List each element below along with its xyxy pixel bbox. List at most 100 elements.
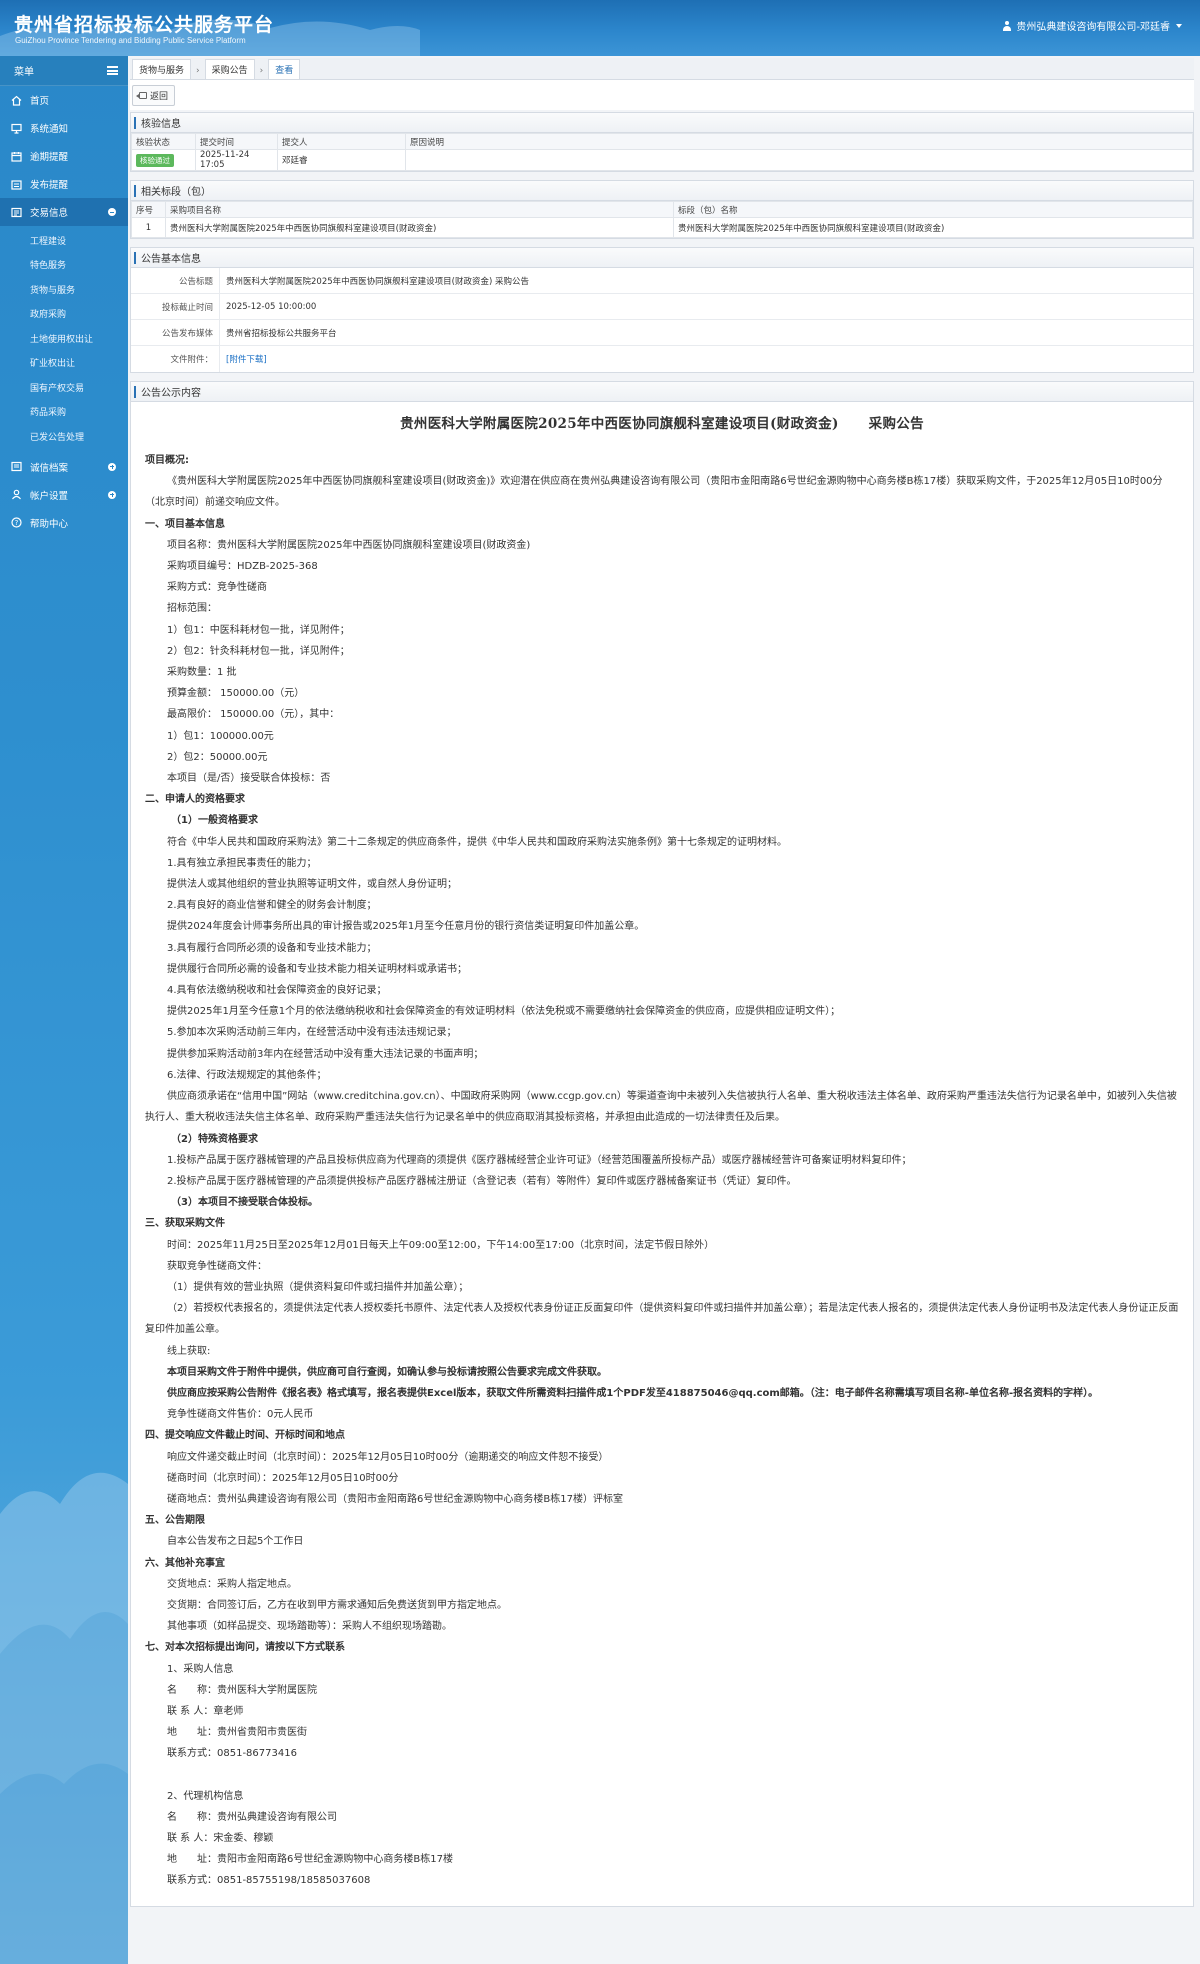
section-heading: （3）本项目不接受联合体投标。: [171, 1197, 318, 1209]
notice-paragraph: 项目名称：贵州医科大学附属医院2025年中西医协同旗舰科室建设项目(财政资金): [167, 539, 531, 551]
tab-view[interactable]: 查看: [268, 59, 301, 79]
back-button[interactable]: 返回: [132, 84, 176, 106]
notice-paragraph: 2.具有良好的商业信誉和健全的财务会计制度；: [167, 900, 377, 912]
tab-goods-services[interactable]: 货物与服务: [132, 59, 192, 79]
notice-paragraph: 招标范围：: [167, 603, 217, 615]
verify-panel: 核验信息 核验状态 提交时间 提交人 原因说明 核验通过 2025-11-24 …: [130, 112, 1194, 172]
notice-paragraph: 提供2025年1月至今任意1个月的依法缴纳税收和社会保障资金的有效证明材料（依法…: [167, 1006, 841, 1018]
section-heading: 二、申请人的资格要求: [145, 794, 245, 806]
info-label: 投标截止时间: [161, 302, 213, 313]
notice-paragraph: 竞争性磋商文件售价：0元人民币: [167, 1409, 314, 1421]
notice-paragraph: 其他事项（如样品提交、现场踏勘等）：采购人不组织现场踏勘。: [167, 1621, 452, 1633]
sidebar-subitem[interactable]: 药品采购: [0, 400, 128, 425]
section-heading: 本项目采购文件于附件中提供，供应商可自行查阅，如确认参与投标请按照公告要求完成文…: [167, 1366, 607, 1378]
notice-paragraph: 线上获取:: [167, 1345, 211, 1357]
section-name-cell: 贵州医科大学附属医院2025年中西医协同旗舰科室建设项目(财政资金): [673, 217, 1193, 238]
section-heading: 四、提交响应文件截止时间、开标时间和地点: [145, 1430, 345, 1442]
publish-icon: [10, 178, 22, 190]
account-icon: [10, 489, 22, 501]
info-value: 贵州省招标投标公共服务平台: [219, 320, 1193, 345]
notice-paragraph: 提供2024年度会计师事务所出具的审计报告或2025年1月至今任意月份的银行资信…: [167, 921, 645, 933]
notice-title-suffix: 采购公告: [868, 416, 924, 432]
sections-panel: 相关标段（包） 序号 采购项目名称 标段（包）名称 1 贵州医科大学附属医院20…: [130, 180, 1194, 239]
tab-procurement-notice[interactable]: 采购公告: [204, 59, 255, 79]
submitter-cell: 邓廷睿: [277, 149, 406, 171]
hamburger-icon[interactable]: [107, 66, 118, 75]
notice-paragraph: 1.具有独立承担民事责任的能力；: [167, 857, 317, 869]
info-value: 2025-12-05 10:00:00: [219, 294, 1193, 319]
status-badge: 核验通过: [136, 153, 174, 167]
notice-title: 贵州医科大学附属医院2025年中西医协同旗舰科室建设项目(财政资金) 采购公告: [145, 412, 1179, 432]
section-heading: （2）特殊资格要求: [171, 1133, 258, 1145]
sidebar-item-label: 逾期提醒: [30, 152, 69, 163]
sidebar-item-account[interactable]: 帐户设置: [0, 481, 128, 509]
project-name-cell: 贵州医科大学附属医院2025年中西医协同旗舰科室建设项目(财政资金): [165, 217, 674, 238]
sidebar-item-notice[interactable]: 系统通知: [0, 114, 128, 142]
sidebar-item-label: 帮助中心: [30, 518, 69, 530]
sidebar-item-home[interactable]: 首页: [0, 86, 128, 114]
reason-cell: [405, 149, 1193, 171]
notice-paragraph: 采购项目编号：HDZB-2025-368: [167, 561, 318, 573]
status-cell: 核验通过: [131, 149, 196, 171]
attachment-download-link[interactable]: [附件下载]: [226, 353, 267, 365]
notice-paragraph: 采购数量：1 批: [167, 667, 237, 679]
sidebar-subitem[interactable]: 土地使用权出让: [0, 326, 128, 351]
back-label: 返回: [150, 91, 169, 102]
panel-title: 相关标段（包）: [131, 181, 1193, 201]
notice-paragraph: 采购方式：竞争性磋商: [167, 582, 267, 594]
section-heading: 一、项目基本信息: [145, 518, 225, 530]
notice-paragraph: 自本公告发布之日起5个工作日: [167, 1536, 304, 1548]
notice-paragraph: 联 系 人：章老师: [167, 1705, 244, 1717]
table-header-row: 序号 采购项目名称 标段（包）名称: [131, 201, 1193, 218]
sidebar-subitem[interactable]: 矿业权出让: [0, 351, 128, 376]
notice-paragraph: 4.具有依法缴纳税收和社会保障资金的良好记录；: [167, 985, 387, 997]
sidebar-subitem[interactable]: 国有产权交易: [0, 375, 128, 400]
sidebar-mountain-decoration: [0, 1472, 128, 1964]
info-row-title: 公告标题 贵州医科大学附属医院2025年中西医协同旗舰科室建设项目(财政资金) …: [131, 268, 1193, 294]
notice-paragraph: 联 系 人：宋金委、穆颖: [167, 1833, 274, 1844]
sidebar-item-label: 帐户设置: [30, 490, 69, 502]
sidebar-header: 菜单: [0, 56, 128, 86]
sidebar-menu-label: 菜单: [14, 67, 34, 78]
notice-paragraph: 2、代理机构信息: [167, 1790, 244, 1802]
notice-paragraph: 提供参加采购活动前3年内在经营活动中没有重大违法记录的书面声明；: [167, 1048, 484, 1060]
sidebar: 菜单 首页 系统通知 逾期提醒 发布提醒 交易信息 工程建设 特色服务 货物与服…: [0, 56, 128, 1964]
sidebar-subitem[interactable]: 货物与服务: [0, 277, 128, 302]
help-icon: ?: [10, 517, 22, 529]
user-menu[interactable]: 贵州弘典建设咨询有限公司-邓廷睿: [1002, 18, 1182, 33]
notice-paragraph: 供应商须承诺在“信用中国”网站（www.creditchina.gov.cn）、…: [145, 1091, 1177, 1124]
time-cell: 2025-11-24 17:05: [195, 149, 278, 171]
notice-paragraph: 获取竞争性磋商文件：: [167, 1260, 267, 1272]
notice-paragraph: 《贵州医科大学附属医院2025年中西医协同旗舰科室建设项目(财政资金)》欢迎潜在…: [145, 476, 1163, 509]
notice-paragraph: 联系方式：0851-85755198/18585037608: [167, 1875, 371, 1887]
alarm-icon: [10, 150, 22, 162]
notice-paragraph: 交货期：合同签订后，乙方在收到甲方需求通知后免费送货到甲方指定地点。: [167, 1599, 507, 1611]
sidebar-item-credit[interactable]: 诚信档案: [0, 453, 128, 481]
notice-paragraph: 5.参加本次采购活动前三年内，在经营活动中没有违法违规记录；: [167, 1027, 457, 1039]
column-header: 提交人: [277, 133, 406, 150]
panel-title: 核验信息: [131, 113, 1193, 133]
sidebar-subitem[interactable]: 政府采购: [0, 302, 128, 327]
notice-paragraph: 本项目（是/否）接受联合体投标：否: [167, 773, 331, 785]
sidebar-subitem[interactable]: 已发公告处理: [0, 424, 128, 449]
sidebar-item-trade[interactable]: 交易信息: [0, 198, 128, 226]
column-header: 原因说明: [405, 133, 1193, 150]
notice-paragraph: 最高限价： 150000.00（元），其中：: [167, 709, 340, 721]
sidebar-subitem[interactable]: 特色服务: [0, 253, 128, 278]
sidebar-item-publish[interactable]: 发布提醒: [0, 170, 128, 198]
info-label: 公告标题: [178, 276, 213, 287]
notice-paragraph: 2.投标产品属于医疗器械管理的产品须提供投标产品医疗器械注册证（含登记表（若有）…: [167, 1175, 797, 1187]
credit-icon: [10, 461, 22, 473]
notice-paragraph: 交货地点：采购人指定地点。: [167, 1578, 297, 1590]
sidebar-item-overdue[interactable]: 逾期提醒: [0, 142, 128, 170]
notice-paragraph: 地 址：贵阳市金阳南路6号世纪金源购物中心商务楼B栋17楼: [167, 1854, 453, 1866]
notice-content-panel: 公告公示内容 贵州医科大学附属医院2025年中西医协同旗舰科室建设项目(财政资金…: [130, 381, 1194, 1907]
row-number: 1: [131, 217, 166, 238]
notice-paragraph: 1、采购人信息: [167, 1663, 234, 1675]
sidebar-subitem[interactable]: 工程建设: [0, 228, 128, 253]
notice-paragraph: 2）包2：50000.00元: [167, 751, 268, 763]
sidebar-item-help[interactable]: ? 帮助中心: [0, 509, 128, 537]
top-header: 贵州省招标投标公共服务平台 GuiZhou Province Tendering…: [0, 0, 1200, 56]
notice-paragraph: 地 址：贵州省贵阳市贵医街: [167, 1727, 307, 1739]
